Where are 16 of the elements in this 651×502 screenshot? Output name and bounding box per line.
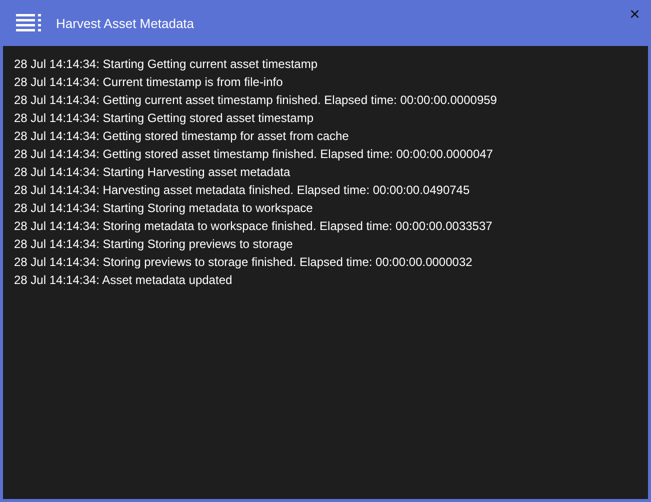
log-line: 28 Jul 14:14:34: Harvesting asset metadata finished. Elapsed time: 00:00:00.0490745 xyxy=(14,182,471,199)
log-line: 28 Jul 14:14:34: Starting Storing metadata to workspace xyxy=(14,200,314,217)
log-line: 28 Jul 14:14:34: Storing previews to storage finished. Elapsed time: 00:00:00.0000032 xyxy=(14,254,474,271)
log-line: 28 Jul 14:14:34: Starting Harvesting asset metadata xyxy=(14,164,292,181)
log-line: 28 Jul 14:14:34: Storing metadata to workspace finished. Elapsed time: 00:00:00.0033537 xyxy=(14,218,494,235)
log-line: 28 Jul 14:14:34: Asset metadata updated xyxy=(14,272,234,289)
log-line: 28 Jul 14:14:34: Current timestamp is from file-info xyxy=(14,74,284,91)
log-line: 28 Jul 14:14:34: Getting stored timestamp for asset from cache xyxy=(14,128,350,145)
log-line: 28 Jul 14:14:34: Getting stored asset timestamp finished. Elapsed time: 00:00:00.0000047 xyxy=(14,146,494,163)
log-line: 28 Jul 14:14:34: Starting Getting current asset timestamp xyxy=(14,56,318,73)
close-button[interactable]: × xyxy=(629,5,640,23)
log-line: 28 Jul 14:14:34: Starting Getting stored asset timestamp xyxy=(14,110,314,127)
log-line: 28 Jul 14:14:34: Starting Storing previews to storage xyxy=(14,236,294,253)
window-title: Harvest Asset Metadata xyxy=(56,16,194,30)
log-line: 28 Jul 14:14:34: Getting current asset timestamp finished. Elapsed time: 00:00:00.0000959 xyxy=(14,92,498,109)
menu-icon[interactable] xyxy=(16,13,42,33)
